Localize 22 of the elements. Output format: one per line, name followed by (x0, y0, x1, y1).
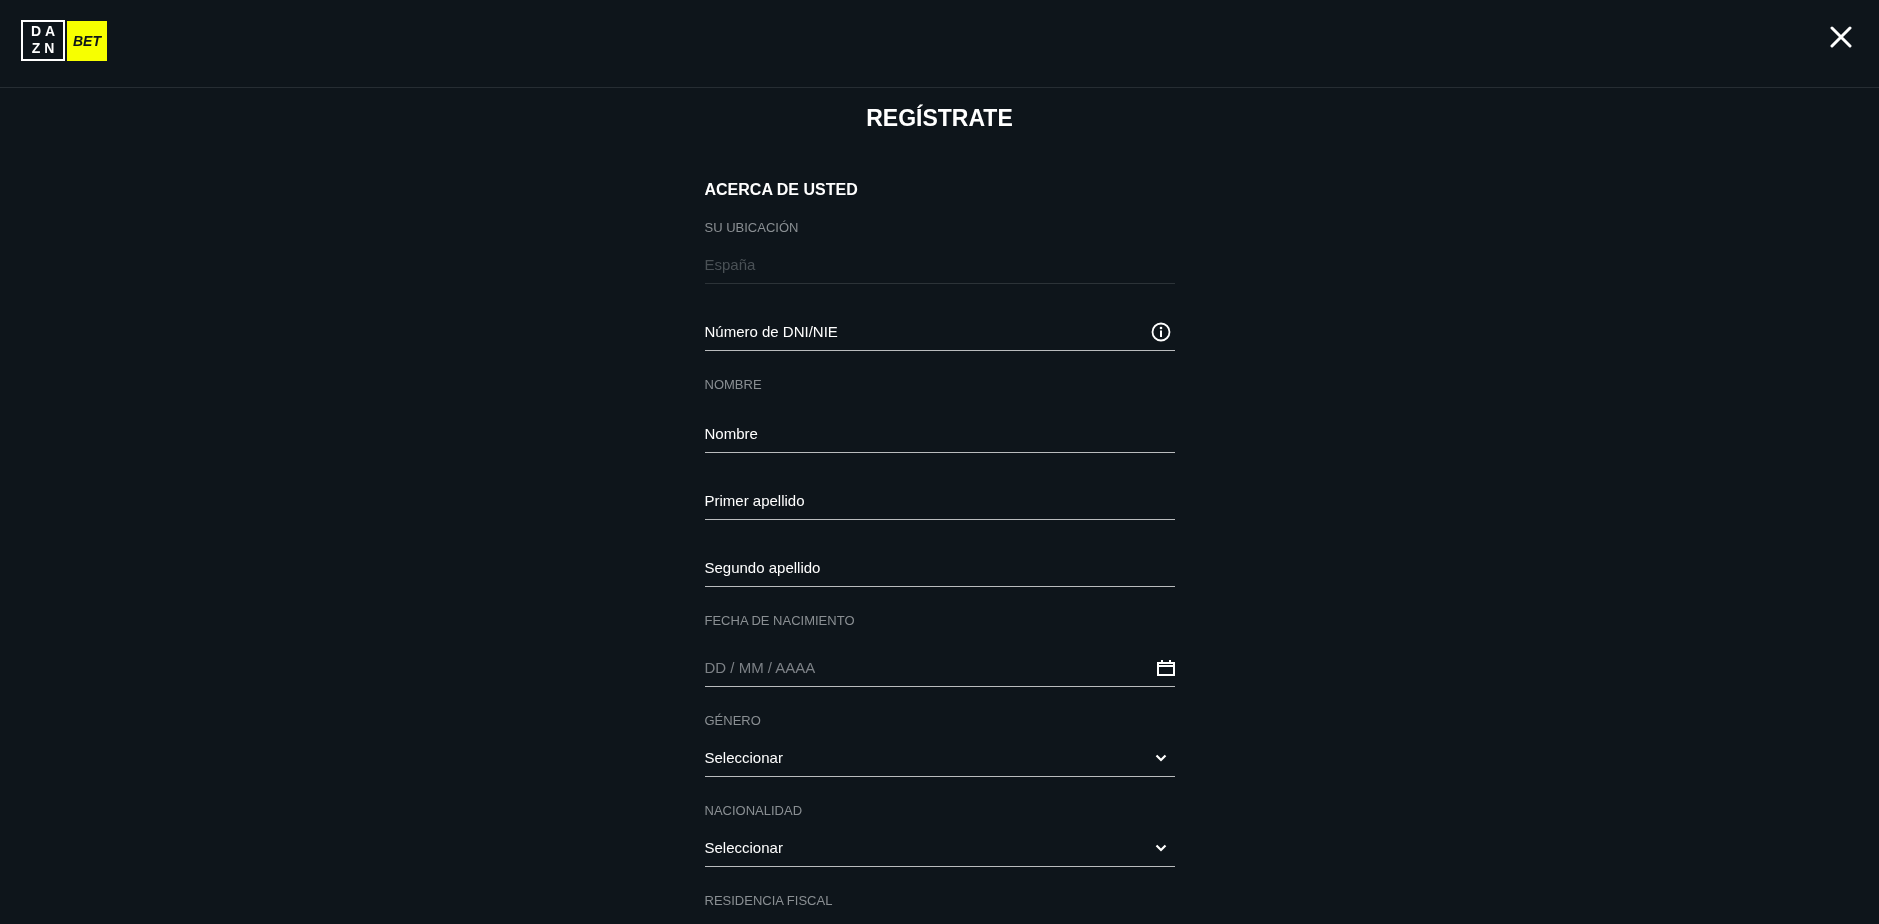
info-icon[interactable] (1150, 321, 1171, 342)
date-field[interactable]: DD / MM / AAAA (704, 649, 1157, 686)
input-field[interactable]: Primer apellido (704, 482, 1175, 519)
field-label: RESIDENCIA FISCAL (704, 893, 834, 909)
field-label: SU UBICACIÓN (704, 220, 800, 236)
dazn-logo[interactable]: DAZN (21, 20, 65, 61)
input-field[interactable]: Segundo apellido (704, 549, 1175, 586)
input-field[interactable]: Número de DNI/NIE (704, 313, 1151, 350)
field-label: NACIONALIDAD (704, 803, 804, 819)
field-label: FECHA DE NACIMIENTO (704, 613, 856, 629)
select-field[interactable]: Seleccionar (704, 739, 1175, 777)
chevron-down-icon (1154, 843, 1167, 852)
input-field[interactable]: Nombre (704, 415, 1175, 452)
bet-logo[interactable]: BET (67, 20, 107, 61)
select-field[interactable]: Seleccionar (704, 829, 1175, 867)
field-label: NOMBRE (704, 377, 763, 393)
chevron-down-icon (1154, 753, 1167, 762)
calendar-icon (1156, 659, 1175, 676)
close-button[interactable] (1830, 25, 1852, 48)
page-title: REGÍSTRATE (866, 104, 1013, 132)
field-label: GÉNERO (704, 713, 762, 729)
section-heading: ACERCA DE USTED (704, 180, 859, 200)
